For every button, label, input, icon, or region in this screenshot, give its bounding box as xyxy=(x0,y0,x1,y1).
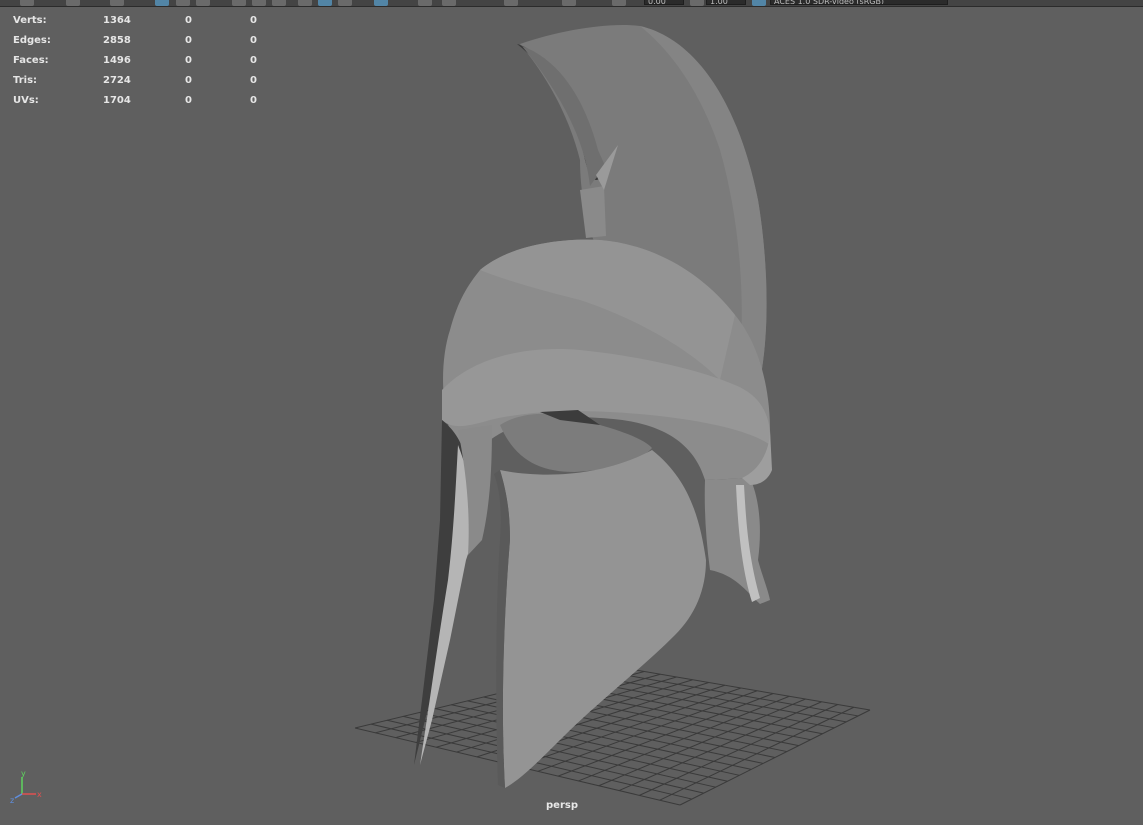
hud-label: Edges: xyxy=(13,35,51,46)
grid-toggle-icon[interactable] xyxy=(155,0,169,6)
grid-line xyxy=(618,701,822,792)
gamma-field[interactable]: 1.00 xyxy=(706,0,746,5)
smooth-shade-icon[interactable] xyxy=(318,0,332,6)
hud-value: 0 xyxy=(250,35,257,46)
helmet-model[interactable] xyxy=(414,24,772,788)
axis-z-label: z xyxy=(10,796,14,805)
hud-value: 0 xyxy=(185,75,192,86)
hud-value: 2724 xyxy=(103,75,131,86)
axis-y-label: y xyxy=(21,769,26,778)
hud-label: UVs: xyxy=(13,95,39,106)
axis-x-label: x xyxy=(37,790,42,799)
hud-value: 0 xyxy=(185,35,192,46)
hud-value: 1704 xyxy=(103,95,131,106)
perspective-viewport[interactable]: Verts: 1364 0 0 Edges: 2858 0 0 Faces: 1… xyxy=(0,7,1143,825)
xray-icon[interactable] xyxy=(374,0,388,6)
exposure-icon[interactable] xyxy=(612,0,626,6)
hud-value: 0 xyxy=(185,95,192,106)
camera-attributes-icon[interactable] xyxy=(66,0,80,6)
hud-value: 0 xyxy=(250,75,257,86)
hud-value: 0 xyxy=(185,55,192,66)
color-management-icon[interactable] xyxy=(752,0,766,6)
ambient-occlusion-icon[interactable] xyxy=(562,0,576,6)
shadows-icon[interactable] xyxy=(504,0,518,6)
scene-canvas[interactable] xyxy=(0,7,1143,825)
bookmark-icon[interactable] xyxy=(110,0,124,6)
hud-value: 0 xyxy=(250,15,257,26)
lighting-icon[interactable] xyxy=(442,0,456,6)
safe-action-icon[interactable] xyxy=(232,0,246,6)
wireframe-icon[interactable] xyxy=(298,0,312,6)
grid-line xyxy=(611,665,871,711)
viewport-toolbar: 0.00 1.00 ACES 1.0 SDR-video (sRGB) xyxy=(0,0,1143,7)
exposure-field[interactable]: 0.00 xyxy=(644,0,684,5)
grid-line xyxy=(595,669,859,717)
view-transform-select[interactable]: ACES 1.0 SDR-video (sRGB) xyxy=(770,0,948,5)
wireframe-on-shaded-icon[interactable] xyxy=(338,0,352,6)
gamma-icon[interactable] xyxy=(690,0,704,6)
textured-icon[interactable] xyxy=(418,0,432,6)
hud-value: 0 xyxy=(185,15,192,26)
safe-title-icon[interactable] xyxy=(252,0,266,6)
hud-label: Verts: xyxy=(13,15,47,26)
select-camera-icon[interactable] xyxy=(20,0,34,6)
camera-name-label: persp xyxy=(546,800,578,811)
hud-value: 0 xyxy=(250,95,257,106)
hud-value: 1496 xyxy=(103,55,131,66)
hud-label: Tris: xyxy=(13,75,38,86)
resolution-gate-icon[interactable] xyxy=(196,0,210,6)
hud-value: 2858 xyxy=(103,35,131,46)
hud-label: Faces: xyxy=(13,55,49,66)
hud-value: 1364 xyxy=(103,15,131,26)
hud-value: 0 xyxy=(250,55,257,66)
axis-gizmo: y x z xyxy=(10,769,42,805)
field-chart-icon[interactable] xyxy=(272,0,286,6)
film-gate-icon[interactable] xyxy=(176,0,190,6)
